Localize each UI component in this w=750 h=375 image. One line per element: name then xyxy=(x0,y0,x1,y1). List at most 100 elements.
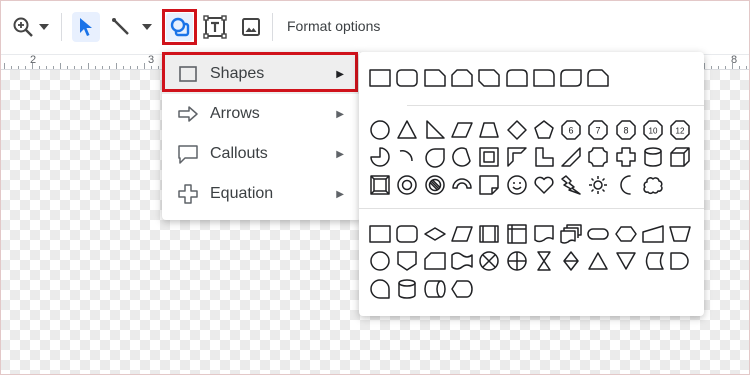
shape-round-diagonal-rectangle-icon[interactable] xyxy=(559,66,583,90)
shape-terminator-icon[interactable] xyxy=(586,222,610,246)
shape-can-icon[interactable] xyxy=(641,145,665,169)
shape-trapezoid-icon[interactable] xyxy=(477,118,501,142)
shape-snip-diagonal-rectangle-icon[interactable] xyxy=(477,66,501,90)
shape-alternate-process-icon[interactable] xyxy=(395,222,419,246)
submenu-arrow-icon: ▶ xyxy=(336,148,344,160)
image-button[interactable] xyxy=(238,14,264,40)
toolbar-divider xyxy=(272,13,273,41)
shape-cube-icon[interactable] xyxy=(668,145,692,169)
shape-predefined-process-icon[interactable] xyxy=(477,222,501,246)
shape-snip-same-side-rectangle-icon[interactable] xyxy=(450,66,474,90)
shape-stored-data-icon[interactable] xyxy=(641,249,665,273)
shape-manual-operation-icon[interactable] xyxy=(668,222,692,246)
shape-pie-icon[interactable] xyxy=(368,145,392,169)
select-tool-button[interactable] xyxy=(72,12,100,42)
shape-chord-icon[interactable] xyxy=(450,145,474,169)
shape-frame-icon[interactable] xyxy=(477,145,501,169)
shape-data-icon[interactable] xyxy=(450,222,474,246)
menu-item-equation[interactable]: Equation ▶ xyxy=(162,174,362,214)
ruler-tick xyxy=(718,66,719,69)
shape-tool-button[interactable] xyxy=(166,13,193,41)
shape-internal-storage-icon[interactable] xyxy=(505,222,529,246)
ruler-tick xyxy=(67,66,68,69)
shape-connector-icon[interactable] xyxy=(368,249,392,273)
shape-cloud-icon[interactable] xyxy=(641,173,665,197)
shape-parallelogram-icon[interactable] xyxy=(450,118,474,142)
shape-triangle-icon[interactable] xyxy=(395,118,419,142)
shape-no-symbol-icon[interactable] xyxy=(423,173,447,197)
shape-direct-access-storage-icon[interactable] xyxy=(423,277,447,301)
shape-display-icon[interactable] xyxy=(450,277,474,301)
shape-rounded-rectangle-icon[interactable] xyxy=(395,66,419,90)
zoom-icon[interactable] xyxy=(10,14,36,40)
shape-heptagon-icon[interactable]: 7 xyxy=(586,118,610,142)
zoom-dropdown-icon[interactable] xyxy=(37,20,51,34)
shape-dodecagon-icon[interactable]: 12 xyxy=(668,118,692,142)
ruler-tick xyxy=(60,63,61,69)
shape-manual-input-icon[interactable] xyxy=(641,222,665,246)
menu-divider xyxy=(359,208,704,209)
menu-item-callouts[interactable]: Callouts ▶ xyxy=(162,134,362,174)
shape-lightning-bolt-icon[interactable] xyxy=(559,173,583,197)
shape-round-single-corner-rectangle-icon[interactable] xyxy=(532,66,556,90)
shape-document-icon[interactable] xyxy=(532,222,556,246)
menu-item-label: Arrows xyxy=(210,105,260,122)
shape-plaque-icon[interactable] xyxy=(586,145,610,169)
shape-donut-icon[interactable] xyxy=(395,173,419,197)
ruler-tick xyxy=(88,63,89,69)
shape-block-arc-icon[interactable] xyxy=(450,173,474,197)
shape-heart-icon[interactable] xyxy=(532,173,556,197)
ruler-tick xyxy=(74,66,75,69)
shape-bevel-icon[interactable] xyxy=(368,173,392,197)
shape-teardrop-icon[interactable] xyxy=(423,145,447,169)
shape-off-page-connector-icon[interactable] xyxy=(395,249,419,273)
shape-decision-icon[interactable] xyxy=(423,222,447,246)
menu-item-arrows[interactable]: Arrows ▶ xyxy=(162,94,362,134)
shape-process-icon[interactable] xyxy=(368,222,392,246)
ruler-label: 3 xyxy=(148,54,155,66)
ruler-tick xyxy=(102,66,103,69)
shape-delay-icon[interactable] xyxy=(668,249,692,273)
line-dropdown-icon[interactable] xyxy=(140,20,154,34)
shape-half-frame-icon[interactable] xyxy=(505,145,529,169)
shape-sequential-access-storage-icon[interactable] xyxy=(368,277,392,301)
cursor-icon xyxy=(80,18,92,36)
shape-smiley-face-icon[interactable] xyxy=(505,173,529,197)
shape-decagon-icon[interactable]: 10 xyxy=(641,118,665,142)
shape-folded-corner-icon[interactable] xyxy=(477,173,501,197)
shape-l-shape-icon[interactable] xyxy=(532,145,556,169)
shape-multidocument-icon[interactable] xyxy=(559,222,583,246)
shape-diagonal-stripe-icon[interactable] xyxy=(559,145,583,169)
shape-arc-icon[interactable] xyxy=(395,145,419,169)
ruler-tick xyxy=(18,66,19,69)
shape-or-icon[interactable] xyxy=(505,249,529,273)
shape-cross-icon[interactable] xyxy=(614,145,638,169)
shape-octagon-icon[interactable]: 8 xyxy=(614,118,638,142)
shape-sort-icon[interactable] xyxy=(559,249,583,273)
shape-preparation-icon[interactable] xyxy=(614,222,638,246)
line-tool-button[interactable] xyxy=(108,14,134,40)
shape-snip-round-rectangle-icon[interactable] xyxy=(586,66,610,90)
shape-pentagon-icon[interactable] xyxy=(532,118,556,142)
shape-summing-junction-icon[interactable] xyxy=(477,249,501,273)
shape-oval-icon[interactable] xyxy=(368,118,392,142)
text-box-button[interactable] xyxy=(201,13,229,41)
submenu-arrow-icon: ▶ xyxy=(336,188,344,200)
shape-merge-icon[interactable] xyxy=(614,249,638,273)
shape-diamond-icon[interactable] xyxy=(505,118,529,142)
shape-rectangle-icon[interactable] xyxy=(368,66,392,90)
shape-extract-icon[interactable] xyxy=(586,249,610,273)
shape-punched-tape-icon[interactable] xyxy=(450,249,474,273)
shape-collate-icon[interactable] xyxy=(532,249,556,273)
shape-right-triangle-icon[interactable] xyxy=(423,118,447,142)
submenu-arrow-icon: ▶ xyxy=(336,108,344,120)
shape-card-icon[interactable] xyxy=(423,249,447,273)
shape-sun-icon[interactable] xyxy=(586,173,610,197)
shape-snip-corner-rectangle-icon[interactable] xyxy=(423,66,447,90)
shape-round-same-side-rectangle-icon[interactable] xyxy=(505,66,529,90)
shape-hexagon-icon[interactable]: 6 xyxy=(559,118,583,142)
shape-moon-icon[interactable] xyxy=(614,173,638,197)
shape-magnetic-disk-icon[interactable] xyxy=(395,277,419,301)
shapes-icon xyxy=(170,17,189,37)
format-options-button[interactable]: Format options xyxy=(287,18,380,34)
